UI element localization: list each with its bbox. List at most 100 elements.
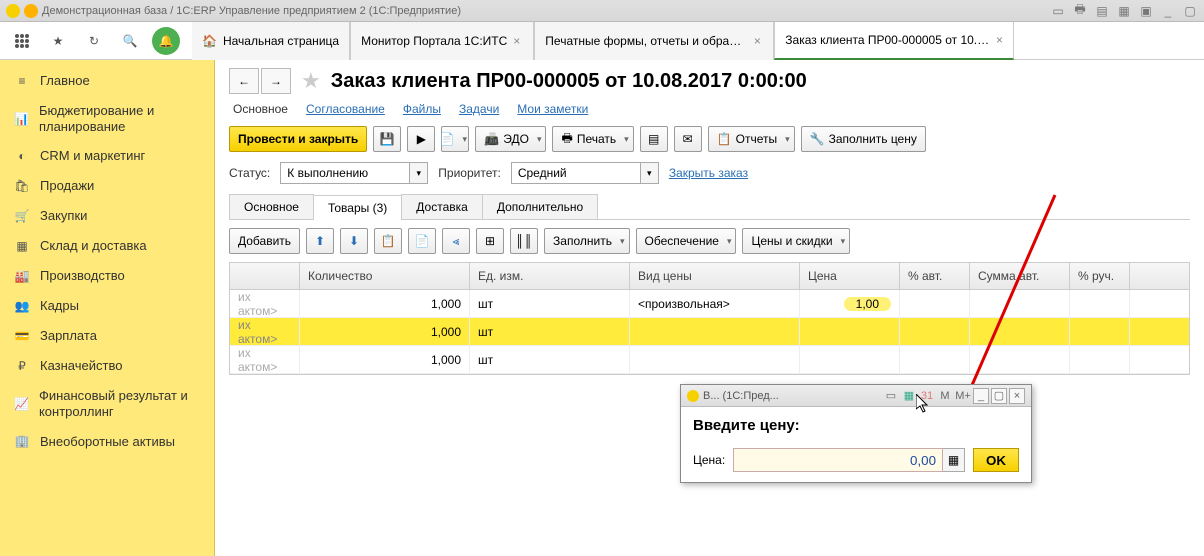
- save-button[interactable]: 💾: [373, 126, 401, 152]
- table-row[interactable]: их актом> 1,000 шт: [230, 318, 1189, 346]
- doc-icon[interactable]: ▤: [1094, 4, 1110, 18]
- sidebar-item-hr[interactable]: 👥Кадры: [0, 291, 214, 321]
- chevron-down-icon[interactable]: ▾: [641, 162, 659, 184]
- prices-button[interactable]: Цены и скидки▾: [742, 228, 850, 254]
- search-icon[interactable]: 🔍: [116, 27, 144, 55]
- col-sauto[interactable]: Сумма авт.: [970, 263, 1070, 289]
- col-unit[interactable]: Ед. изм.: [470, 263, 630, 289]
- edo-button[interactable]: 📠 ЭДО▾: [475, 126, 546, 152]
- sidebar-item-purchase[interactable]: 🛒Закупки: [0, 201, 214, 231]
- app-title: Демонстрационная база / 1С:ERP Управлени…: [42, 5, 461, 17]
- m-icon[interactable]: M: [937, 388, 953, 404]
- link-main[interactable]: Основное: [233, 102, 288, 116]
- sidebar-item-assets[interactable]: 🏢Внеоборотные активы: [0, 426, 214, 456]
- calendar-icon[interactable]: ▣: [1138, 4, 1154, 18]
- sidebar-item-fin-result[interactable]: 📈Финансовый результат и контроллинг: [0, 381, 214, 426]
- priority-input[interactable]: [511, 162, 641, 184]
- favorite-icon[interactable]: ★: [301, 68, 321, 94]
- row-toolbar: Добавить ⬆ ⬇ 📋 📄 ⪡ ⊞ ║║ Заполнить▾ Обесп…: [229, 220, 1190, 262]
- col-price-type[interactable]: Вид цены: [630, 263, 800, 289]
- subtab-goods[interactable]: Товары (3): [313, 195, 402, 220]
- cart-icon: 🛒: [14, 208, 30, 224]
- nav-forward-button[interactable]: →: [261, 68, 291, 94]
- col-qty[interactable]: Количество: [300, 263, 470, 289]
- col-name[interactable]: [230, 263, 300, 289]
- mail-button[interactable]: ✉: [674, 126, 702, 152]
- fill-price-button[interactable]: 🔧 Заполнить цену: [801, 126, 926, 152]
- calendar-icon[interactable]: ▦: [901, 388, 917, 404]
- table-row[interactable]: их актом> 1,000 шт <произвольная> 1,00: [230, 290, 1189, 318]
- sidebar-item-treasury[interactable]: ₽Казначейство: [0, 351, 214, 381]
- close-icon[interactable]: ×: [996, 33, 1003, 47]
- post-button[interactable]: ▶: [407, 126, 435, 152]
- link-tasks[interactable]: Задачи: [459, 102, 499, 116]
- priority-combo[interactable]: ▾: [511, 162, 659, 184]
- fill-button[interactable]: Заполнить▾: [544, 228, 629, 254]
- maximize-icon[interactable]: ▢: [991, 388, 1007, 404]
- split-button[interactable]: ⊞: [476, 228, 504, 254]
- move-down-button[interactable]: ⬇: [340, 228, 368, 254]
- subtab-extra[interactable]: Дополнительно: [482, 194, 598, 219]
- create-based-on-button[interactable]: 📄▾: [441, 126, 469, 152]
- bars-icon: 📈: [14, 396, 29, 412]
- post-and-close-button[interactable]: Провести и закрыть: [229, 126, 367, 152]
- sidebar-item-budgeting[interactable]: 📊Бюджетирование и планирование: [0, 96, 214, 141]
- subtab-main[interactable]: Основное: [229, 194, 314, 219]
- doc-button[interactable]: ▤: [640, 126, 668, 152]
- sidebar-item-salary[interactable]: 💳Зарплата: [0, 321, 214, 351]
- save-icon[interactable]: ▭: [1050, 4, 1066, 18]
- sidebar-item-production[interactable]: 🏭Производство: [0, 261, 214, 291]
- status-input[interactable]: [280, 162, 410, 184]
- tab-its-monitor[interactable]: Монитор Портала 1С:ИТС×: [350, 22, 534, 60]
- maximize-icon[interactable]: ▢: [1182, 4, 1198, 18]
- table-row[interactable]: их актом> 1,000 шт: [230, 346, 1189, 374]
- reports-button[interactable]: 📋 Отчеты▾: [708, 126, 795, 152]
- add-row-button[interactable]: Добавить: [229, 228, 300, 254]
- move-up-button[interactable]: ⬆: [306, 228, 334, 254]
- ok-button[interactable]: OK: [973, 448, 1019, 472]
- barcode-button[interactable]: ║║: [510, 228, 538, 254]
- date-icon[interactable]: 31: [919, 388, 935, 404]
- supply-button[interactable]: Обеспечение▾: [636, 228, 737, 254]
- m-plus-icon[interactable]: M+: [955, 388, 971, 404]
- close-order-link[interactable]: Закрыть заказ: [669, 166, 748, 180]
- tab-icon[interactable]: ▭: [883, 388, 899, 404]
- sidebar-item-crm[interactable]: ◐CRM и маркетинг: [0, 141, 214, 171]
- tab-order[interactable]: Заказ клиента ПР00-000005 от 10.08.2017 …: [774, 22, 1014, 60]
- dialog-titlebar[interactable]: В... (1С:Пред... ▭ ▦ 31 M M+ _ ▢ ×: [681, 385, 1031, 407]
- close-icon[interactable]: ×: [513, 34, 523, 48]
- nav-back-button[interactable]: ←: [229, 68, 259, 94]
- chart-icon: 📊: [14, 111, 29, 127]
- price-input[interactable]: [733, 448, 943, 472]
- print-button[interactable]: 🖶 Печать▾: [552, 126, 633, 152]
- col-pauto[interactable]: % авт.: [900, 263, 970, 289]
- history-icon[interactable]: ↻: [80, 27, 108, 55]
- minimize-icon[interactable]: _: [973, 388, 989, 404]
- col-pman[interactable]: % руч.: [1070, 263, 1130, 289]
- sidebar-item-main[interactable]: ≡Главное: [0, 66, 214, 96]
- subtab-delivery[interactable]: Доставка: [401, 194, 483, 219]
- link-approve[interactable]: Согласование: [306, 102, 385, 116]
- close-icon[interactable]: ×: [754, 34, 763, 48]
- sidebar-item-warehouse[interactable]: ▦Склад и доставка: [0, 231, 214, 261]
- copy-button[interactable]: 📋: [374, 228, 402, 254]
- tab-home[interactable]: 🏠 Начальная страница: [192, 22, 350, 60]
- star-icon[interactable]: ★: [44, 27, 72, 55]
- close-icon[interactable]: ×: [1009, 388, 1025, 404]
- calculator-icon[interactable]: ▦: [943, 448, 965, 472]
- print-icon[interactable]: 🖶: [1072, 4, 1088, 18]
- nav-down-icon[interactable]: [24, 4, 38, 18]
- minimize-icon[interactable]: _: [1160, 4, 1176, 18]
- status-combo[interactable]: ▾: [280, 162, 428, 184]
- link-files[interactable]: Файлы: [403, 102, 441, 116]
- paste-button[interactable]: 📄: [408, 228, 436, 254]
- apps-icon[interactable]: [8, 27, 36, 55]
- link-notes[interactable]: Мои заметки: [517, 102, 588, 116]
- col-price[interactable]: Цена: [800, 263, 900, 289]
- chevron-down-icon[interactable]: ▾: [410, 162, 428, 184]
- tab-print-forms[interactable]: Печатные формы, отчеты и обработки×: [534, 22, 774, 60]
- share-button[interactable]: ⪡: [442, 228, 470, 254]
- sidebar-item-sales[interactable]: 🛍Продажи: [0, 171, 214, 201]
- calc-icon[interactable]: ▦: [1116, 4, 1132, 18]
- bell-icon[interactable]: 🔔: [152, 27, 180, 55]
